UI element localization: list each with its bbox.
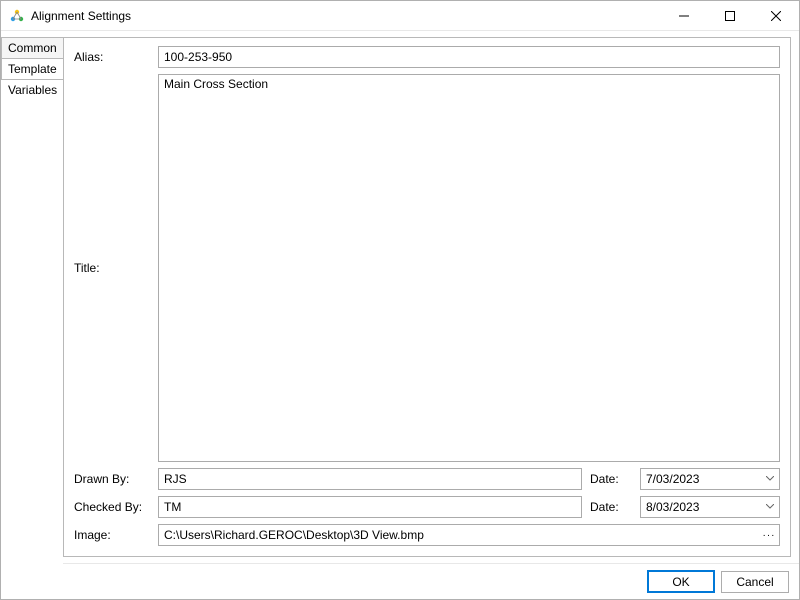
app-icon (9, 8, 25, 24)
drawn-date-label: Date: (590, 472, 632, 486)
image-path-input[interactable] (158, 524, 780, 546)
checked-date-input[interactable] (640, 496, 780, 518)
image-label: Image: (74, 528, 150, 542)
window-title: Alignment Settings (31, 9, 131, 23)
side-tabs: Common Template Variables (1, 31, 63, 599)
drawn-by-input[interactable] (158, 468, 582, 490)
dialog-footer: OK Cancel (63, 563, 799, 599)
tab-variables[interactable]: Variables (1, 79, 63, 101)
titlebar: Alignment Settings (1, 1, 799, 31)
checked-date-dropdown-button[interactable] (761, 497, 779, 517)
chevron-down-icon (766, 476, 774, 482)
maximize-button[interactable] (707, 1, 753, 31)
alias-label: Alias: (74, 50, 150, 64)
drawn-date-dropdown-button[interactable] (761, 469, 779, 489)
template-panel: Alias: Title: Drawn By: Date: (63, 37, 791, 557)
chevron-down-icon (766, 504, 774, 510)
alignment-settings-dialog: Alignment Settings Common Template Varia… (0, 0, 800, 600)
cancel-button[interactable]: Cancel (721, 571, 789, 593)
drawn-date-input[interactable] (640, 468, 780, 490)
drawn-by-label: Drawn By: (74, 472, 150, 486)
alias-input[interactable] (158, 46, 780, 68)
close-button[interactable] (753, 1, 799, 31)
checked-date-label: Date: (590, 500, 632, 514)
tab-template[interactable]: Template (1, 58, 63, 80)
ok-button[interactable]: OK (647, 570, 715, 593)
title-textarea[interactable] (158, 74, 780, 462)
tab-common[interactable]: Common (1, 37, 63, 59)
minimize-button[interactable] (661, 1, 707, 31)
image-browse-button[interactable]: ··· (759, 525, 779, 545)
checked-by-input[interactable] (158, 496, 582, 518)
title-label: Title: (74, 261, 150, 275)
checked-by-label: Checked By: (74, 500, 150, 514)
